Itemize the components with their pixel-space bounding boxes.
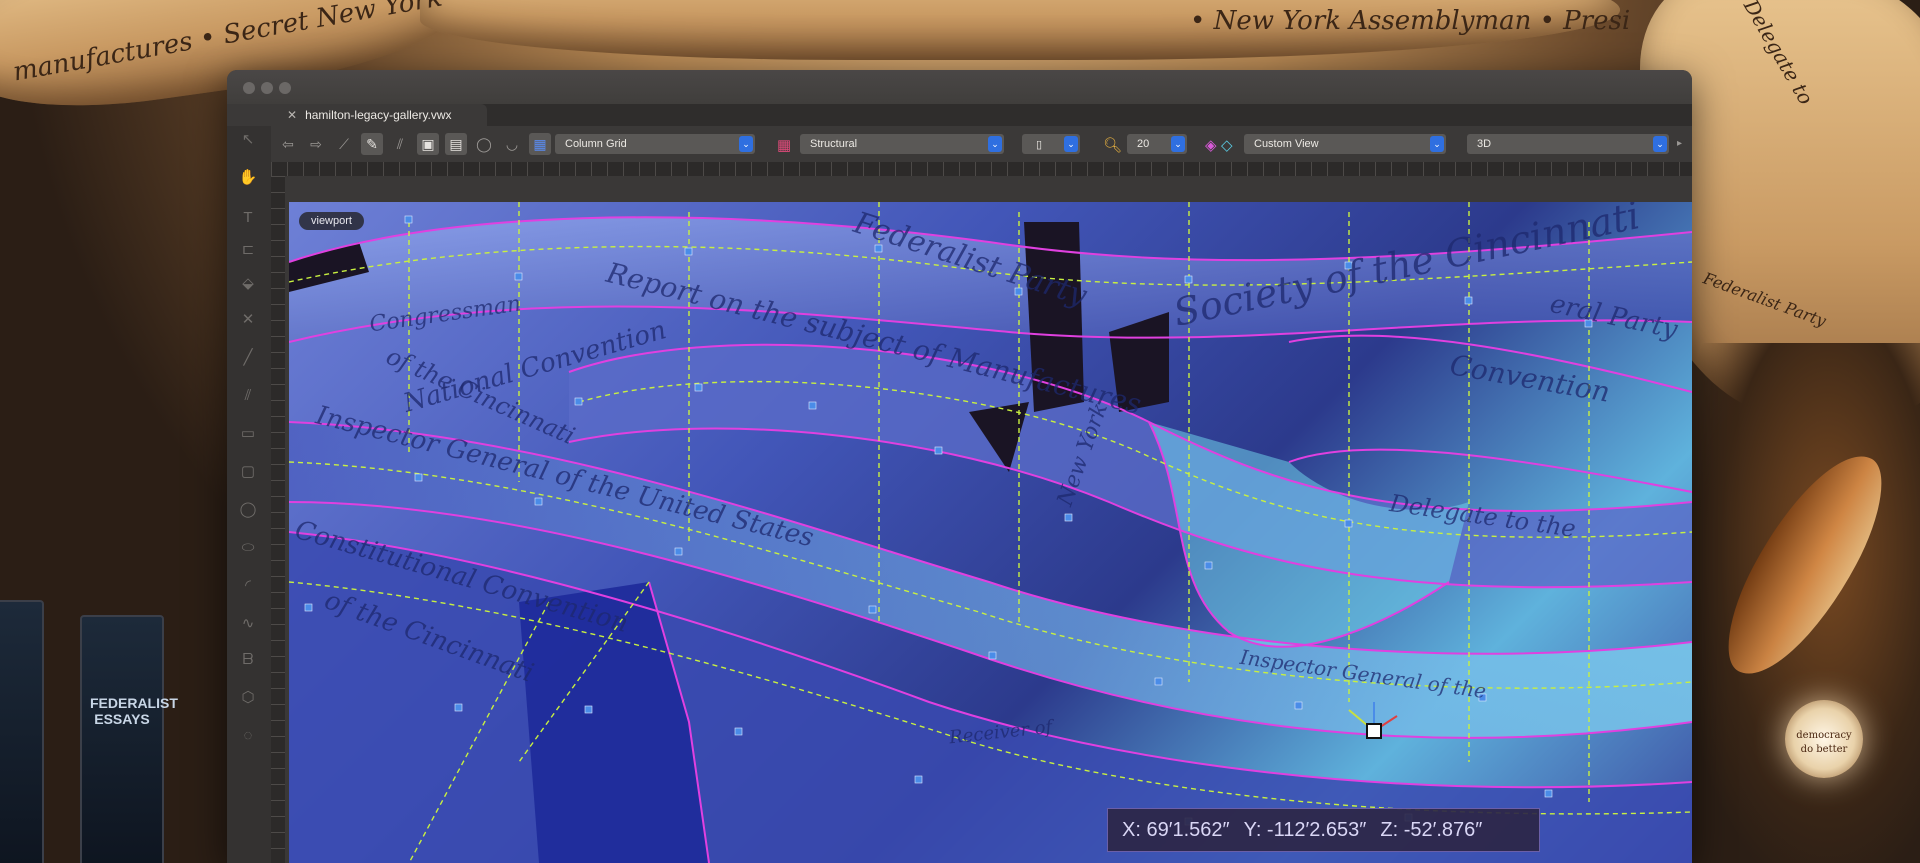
freehand-tool-icon[interactable]: ∿ — [237, 612, 259, 634]
rectangle-tool-icon[interactable]: ▭ — [237, 422, 259, 444]
exhibit-plaque: FEDERALIST ESSAYS — [80, 615, 178, 863]
class-dropdown[interactable]: Column Grid ⌄ — [555, 134, 755, 154]
seal-text-2: do better — [1800, 744, 1848, 755]
view-dropdown[interactable]: Custom View ⌄ — [1244, 134, 1446, 154]
arc-tool-icon[interactable]: ◜ — [237, 574, 259, 596]
pan-tool-icon[interactable]: ✋ — [237, 166, 259, 188]
horizontal-ruler[interactable] — [271, 162, 1692, 176]
rounded-rectangle-tool-icon[interactable]: ▢ — [237, 460, 259, 482]
layer-color-icon[interactable]: ▦ — [777, 136, 791, 154]
dimension-tool-icon[interactable]: ✕ — [237, 308, 259, 330]
seal-emblem: democracy do better — [1785, 700, 1863, 778]
seal-text-1: democracy — [1796, 730, 1852, 741]
tool-palette: ↖ ✋ T ⊏ ⬙ ✕ ╱ ⫽ ▭ ▢ ◯ ⬭ ◜ ∿ ᗷ ⬡ ◌ — [227, 126, 271, 863]
spiral-tool-icon[interactable]: ◌ — [237, 724, 259, 746]
snap-line-icon[interactable]: ⟋ — [333, 133, 355, 155]
polygon-tool-icon[interactable]: ⬡ — [237, 686, 259, 708]
document-tab[interactable]: ✕ hamilton-legacy-gallery.vwx — [227, 104, 487, 126]
minimize-window-button[interactable] — [261, 82, 273, 94]
zoom-icon[interactable]: 🔍︎ — [1103, 136, 1122, 154]
close-tab-icon[interactable]: ✕ — [287, 108, 297, 122]
viewport-label: viewport — [299, 212, 364, 230]
double-line-tool-icon[interactable]: ⫽ — [237, 384, 259, 406]
oval-tool-icon[interactable]: ⬭ — [237, 536, 259, 558]
line-tool-icon[interactable]: ╱ — [237, 346, 259, 368]
exhibit-plaque-left — [0, 600, 44, 863]
document-tab-title: hamilton-legacy-gallery.vwx — [305, 108, 452, 122]
close-window-button[interactable] — [243, 82, 255, 94]
render-dropdown-value: 3D — [1477, 138, 1492, 150]
render-dropdown[interactable]: 3D ⌄ — [1467, 134, 1669, 154]
coordinate-readout: X: 69′1.562″ Y: -112′2.653″ Z: -52′.876″ — [1107, 808, 1540, 852]
layer-icon[interactable]: ▤ — [445, 133, 467, 155]
layer-dropdown[interactable]: Structural ⌄ — [800, 134, 1004, 154]
selection-tool-icon[interactable]: ↖ — [237, 128, 259, 150]
zoom-value: 20 — [1137, 138, 1150, 150]
plane-icon[interactable]: ◇ — [1221, 136, 1233, 154]
app-window: ✕ hamilton-legacy-gallery.vwx ⇦ ⇨ ⟋ ✎ ⫽ … — [227, 70, 1692, 863]
banner-text-top: • New York Assemblyman • Presi — [1190, 6, 1631, 36]
document-tab-bar: ✕ hamilton-legacy-gallery.vwx — [227, 104, 1692, 126]
cup-icon[interactable]: ◡ — [501, 133, 523, 155]
ellipse-icon[interactable]: ◯ — [473, 133, 495, 155]
text-tool-icon[interactable]: T — [237, 206, 259, 228]
title-bar — [227, 70, 1692, 104]
polyline-tool-icon[interactable]: ᗷ — [237, 648, 259, 670]
grid-icon[interactable]: ▦ — [529, 133, 551, 155]
chevron-down-icon: ⌄ — [1171, 136, 1185, 152]
attribute-tool-icon[interactable]: ⬙ — [237, 272, 259, 294]
view-dropdown-value: Custom View — [1254, 138, 1319, 150]
chevron-down-icon: ⌄ — [1430, 136, 1444, 152]
class-dropdown-value: Column Grid — [565, 138, 627, 150]
z-coordinate: Z: -52′.876″ — [1380, 818, 1483, 841]
snap-parallel-icon[interactable]: ⫽ — [389, 133, 411, 155]
image-icon[interactable]: ▣ — [417, 133, 439, 155]
x-coordinate: X: 69′1.562″ — [1122, 818, 1230, 841]
zoom-window-button[interactable] — [279, 82, 291, 94]
plaque-title: FEDERALIST ESSAYS — [90, 695, 178, 727]
view-cube-icon[interactable]: ◈ — [1205, 136, 1217, 154]
zoom-dropdown[interactable]: 20 ⌄ — [1127, 134, 1187, 154]
chevron-down-icon: ⌄ — [739, 136, 753, 152]
page-dropdown[interactable]: ▯ ⌄ — [1022, 134, 1080, 154]
callout-tool-icon[interactable]: ⊏ — [237, 238, 259, 260]
back-view-icon[interactable]: ⇦ — [277, 133, 299, 155]
chevron-down-icon: ⌄ — [988, 136, 1002, 152]
layer-dropdown-value: Structural — [810, 138, 858, 150]
circle-tool-icon[interactable]: ◯ — [237, 498, 259, 520]
drawing-viewport[interactable]: Federalist Party Congressman National Co… — [289, 202, 1692, 863]
chevron-down-icon: ⌄ — [1064, 136, 1078, 152]
page-icon: ▯ — [1036, 138, 1043, 151]
y-coordinate: Y: -112′2.653″ — [1243, 818, 1367, 841]
forward-view-icon[interactable]: ⇨ — [305, 133, 327, 155]
vertical-ruler[interactable] — [271, 176, 285, 863]
chevron-down-icon: ⌄ — [1653, 136, 1667, 152]
toolbar-overflow-icon[interactable]: ▸ — [1677, 138, 1682, 149]
snap-pen-icon[interactable]: ✎ — [361, 133, 383, 155]
